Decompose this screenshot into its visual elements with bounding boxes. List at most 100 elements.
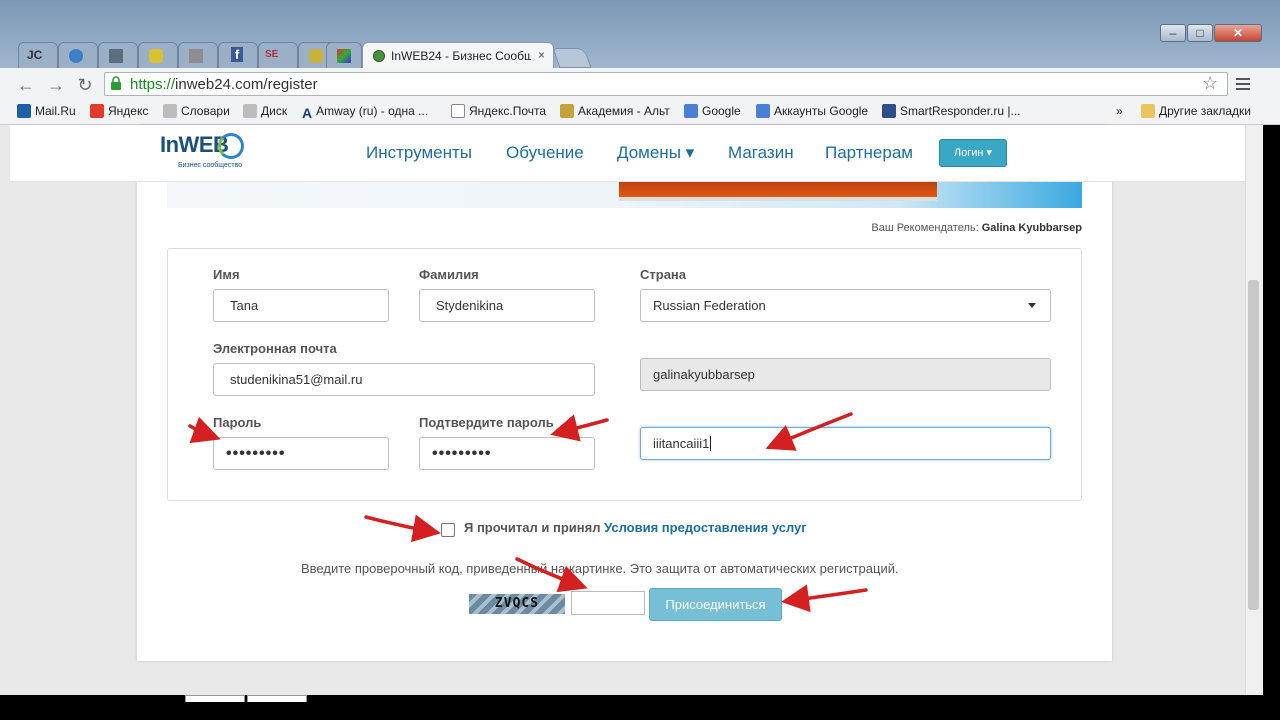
tab-label: JC bbox=[27, 48, 43, 62]
reload-icon[interactable]: ↻ bbox=[75, 75, 95, 95]
bookmark-item[interactable]: Mail.Ru bbox=[17, 104, 76, 118]
username-value: iiitancaiii1 bbox=[653, 436, 710, 451]
background-tab[interactable] bbox=[138, 42, 178, 69]
scrollbar-thumb[interactable] bbox=[1248, 280, 1259, 610]
logo-subtitle: Бизнес сообщество bbox=[178, 162, 243, 169]
referrer-label: Ваш Рекомендатель: bbox=[871, 222, 979, 234]
smartresponder-icon bbox=[882, 104, 896, 118]
bookmark-label: Яндекс.Почта bbox=[469, 104, 547, 118]
bookmark-item[interactable]: Яндекс.Почта bbox=[451, 104, 546, 118]
tab-favicon-icon bbox=[109, 49, 123, 63]
login-button[interactable]: Логин ▾ bbox=[939, 139, 1007, 167]
country-value: Russian Federation bbox=[653, 298, 766, 313]
minimize-button[interactable]: – bbox=[1160, 24, 1186, 42]
maximize-button[interactable]: □ bbox=[1187, 24, 1213, 42]
chrome-menu-icon[interactable] bbox=[1236, 78, 1250, 90]
background-tab[interactable] bbox=[98, 42, 138, 69]
facebook-icon: f bbox=[231, 47, 243, 62]
first-name-label: Имя bbox=[213, 267, 240, 282]
background-tab[interactable]: JC bbox=[18, 42, 58, 69]
background-tab[interactable] bbox=[326, 42, 362, 69]
url-scheme: https:// bbox=[130, 76, 176, 93]
captcha-input[interactable] bbox=[571, 591, 645, 615]
bookmark-label: Mail.Ru bbox=[35, 104, 76, 118]
bottom-tab bbox=[247, 695, 307, 702]
tab-active[interactable]: InWEB24 - Бизнес Сообщ × bbox=[362, 42, 554, 69]
text-cursor bbox=[710, 436, 712, 451]
tab-favicon-icon bbox=[69, 49, 83, 63]
bottom-tab bbox=[185, 695, 245, 702]
nav-shop[interactable]: Магазин bbox=[728, 143, 794, 163]
bookmark-item[interactable]: Google bbox=[684, 104, 741, 118]
background-tab[interactable]: SE bbox=[258, 42, 298, 69]
mail-icon bbox=[451, 104, 465, 118]
bookmark-item[interactable]: Аккаунты Google bbox=[756, 104, 868, 118]
last-name-label: Фамилия bbox=[419, 267, 479, 282]
bookmark-item[interactable]: Словари bbox=[163, 104, 230, 118]
tab-favicon-icon bbox=[149, 49, 163, 63]
tab-label: SE bbox=[265, 49, 279, 60]
bookmark-item[interactable]: Яндекс bbox=[90, 104, 148, 118]
google-icon bbox=[684, 104, 698, 118]
bookmark-label: Словари bbox=[181, 104, 230, 118]
academy-icon bbox=[560, 104, 574, 118]
url-text[interactable]: https://inweb24.com/register bbox=[130, 76, 318, 93]
url-path: inweb24.com/register bbox=[175, 76, 318, 93]
bookmark-label: SmartResponder.ru |... bbox=[900, 104, 1021, 118]
terms-label: Я прочитал и принял Условия предоставлен… bbox=[464, 520, 807, 535]
referrer-name: Galina Kyubbarsep bbox=[981, 222, 1082, 234]
background-tab[interactable] bbox=[178, 42, 218, 69]
background-tab[interactable] bbox=[58, 42, 98, 69]
bookmark-item[interactable]: SmartResponder.ru |... bbox=[882, 104, 1021, 118]
lock-icon bbox=[111, 76, 121, 90]
bookmark-star-icon[interactable]: ☆ bbox=[1202, 73, 1218, 94]
bookmarks-overflow-icon[interactable]: » bbox=[1116, 104, 1123, 118]
yandex-icon bbox=[90, 104, 104, 118]
terms-checkbox[interactable] bbox=[441, 523, 455, 537]
back-icon[interactable]: ← bbox=[16, 75, 36, 95]
first-name-field[interactable]: Tana bbox=[213, 289, 389, 322]
join-button[interactable]: Присоединиться bbox=[649, 588, 782, 621]
bookmark-item[interactable]: Академия - Альт bbox=[560, 104, 670, 118]
globe-icon bbox=[218, 133, 244, 159]
terms-text: Я прочитал и принял bbox=[464, 520, 605, 535]
site-favicon-icon bbox=[373, 50, 385, 62]
page-icon bbox=[243, 104, 257, 118]
username-field[interactable]: iiitancaiii1 bbox=[640, 427, 1051, 460]
tab-favicon-icon bbox=[337, 49, 351, 63]
bookmark-item[interactable]: A Amway (ru) - одна ... bbox=[302, 104, 429, 121]
bookmark-label: Диск bbox=[261, 104, 288, 118]
referrer-line: Ваш Рекомендатель: Galina Kyubbarsep bbox=[780, 222, 1082, 234]
bookmark-item[interactable]: Диск bbox=[243, 104, 287, 118]
confirm-password-label: Подтвердите пароль bbox=[419, 415, 554, 430]
captcha-image: ZVQCS bbox=[469, 594, 565, 614]
country-select[interactable]: Russian Federation bbox=[640, 289, 1051, 322]
folder-icon bbox=[1141, 104, 1155, 118]
captcha-note: Введите проверочный код, приведенный на … bbox=[301, 561, 899, 576]
password-field[interactable]: ••••••••• bbox=[213, 437, 389, 470]
background-tab[interactable]: f bbox=[218, 42, 258, 69]
forward-icon[interactable]: → bbox=[46, 75, 66, 95]
nav-tools[interactable]: Инструменты bbox=[366, 143, 472, 163]
nav-domains[interactable]: Домены ▾ bbox=[617, 143, 694, 163]
site-logo[interactable]: InWEB Бизнес сообщество bbox=[160, 132, 244, 169]
bookmark-label: Google bbox=[702, 104, 741, 118]
nav-learning[interactable]: Обучение bbox=[506, 143, 584, 163]
bookmark-label: Amway (ru) - одна ... bbox=[316, 104, 429, 118]
tab-favicon-icon bbox=[189, 49, 203, 63]
last-name-field[interactable]: Stydenikina bbox=[419, 289, 595, 322]
country-label: Страна bbox=[640, 267, 687, 282]
terms-link[interactable]: Условия предоставления услуг bbox=[604, 520, 807, 535]
bookmark-label: Аккаунты Google bbox=[774, 104, 869, 118]
email-label: Электронная почта bbox=[213, 341, 337, 356]
tab-close-icon[interactable]: × bbox=[538, 48, 545, 62]
google-icon bbox=[756, 104, 770, 118]
mailru-icon bbox=[17, 104, 31, 118]
nav-partners[interactable]: Партнерам bbox=[825, 143, 913, 163]
confirm-password-field[interactable]: ••••••••• bbox=[419, 437, 595, 470]
email-field[interactable]: studenikina51@mail.ru bbox=[213, 363, 595, 396]
close-window-button[interactable]: ✕ bbox=[1214, 24, 1262, 42]
other-bookmarks-folder[interactable]: Другие закладки bbox=[1141, 104, 1251, 118]
tab-title: InWEB24 - Бизнес Сообщ bbox=[391, 49, 531, 63]
page-icon bbox=[163, 104, 177, 118]
